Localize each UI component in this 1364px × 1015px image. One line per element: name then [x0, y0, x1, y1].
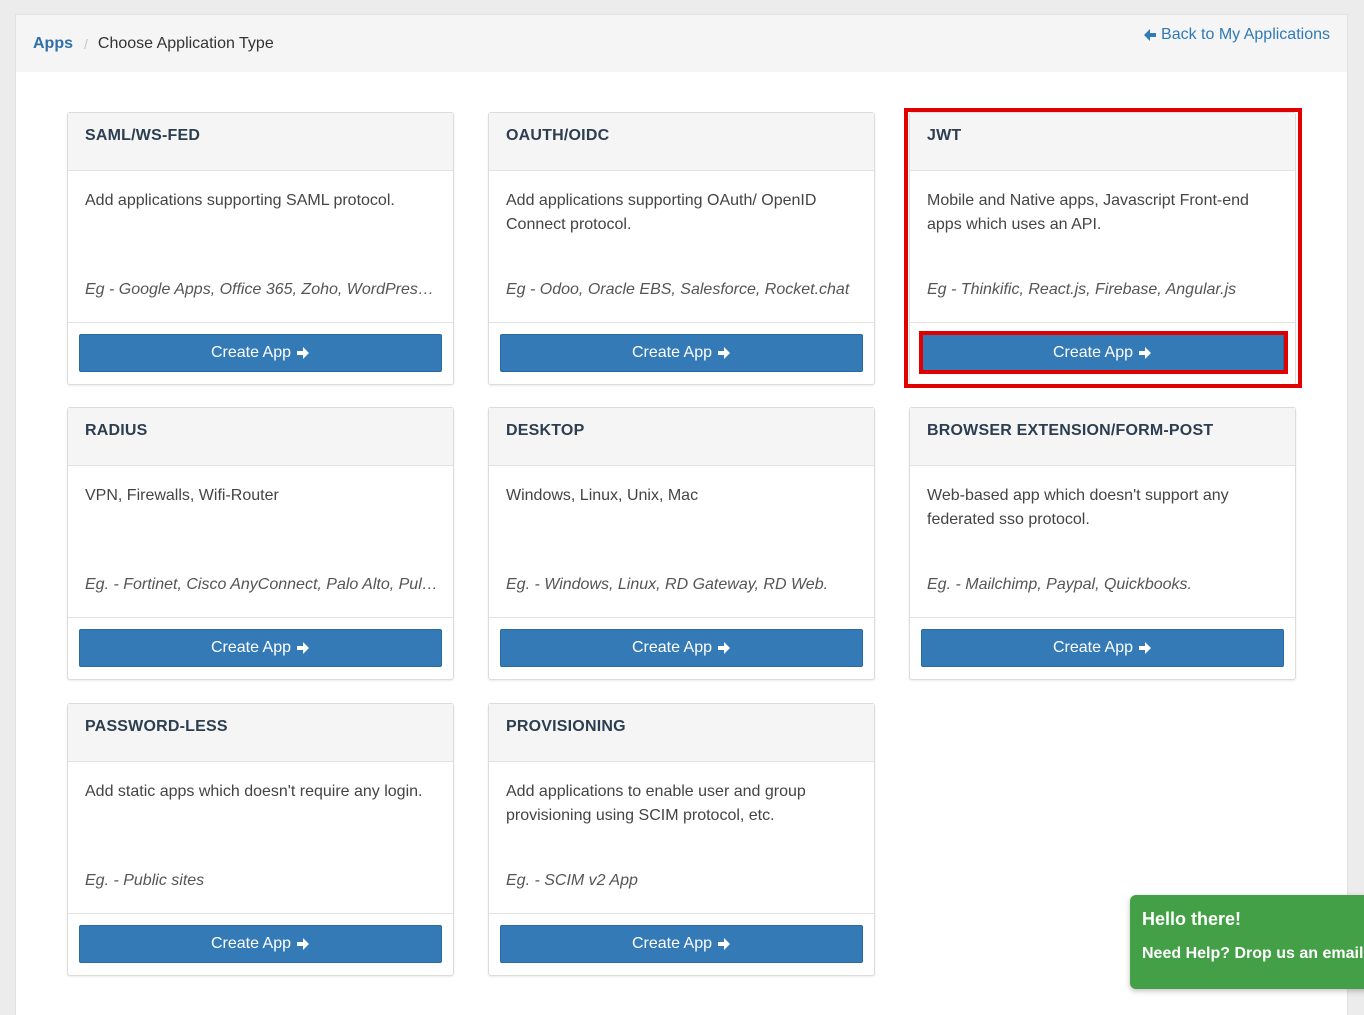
app-type-card-desktop: DESKTOP Windows, Linux, Unix, Mac Eg. - …	[488, 407, 875, 680]
card-title: PASSWORD-LESS	[68, 704, 453, 762]
card-description: VPN, Firewalls, Wifi-Router	[85, 487, 279, 504]
create-app-label: Create App	[210, 639, 292, 656]
card-description: Add applications supporting OAuth/ OpenI…	[506, 192, 817, 233]
card-title: PROVISIONING	[489, 704, 874, 762]
app-type-card-saml: SAML/WS-FED Add applications supporting …	[67, 112, 454, 385]
create-app-button-saml[interactable]: Create App	[79, 334, 442, 372]
card-body: Mobile and Native apps, Javascript Front…	[910, 171, 1295, 323]
card-example: Eg. - Public sites	[85, 872, 205, 889]
back-link-label: Back to My Applications	[1161, 26, 1330, 43]
card-title: OAUTH/OIDC	[489, 113, 874, 171]
arrow-right-icon	[297, 938, 310, 950]
create-app-button-desktop[interactable]: Create App	[500, 629, 863, 667]
app-type-card-jwt: JWT Mobile and Native apps, Javascript F…	[909, 112, 1296, 385]
app-type-card-oauth: OAUTH/OIDC Add applications supporting O…	[488, 112, 875, 385]
card-title: SAML/WS-FED	[68, 113, 453, 171]
arrow-left-icon	[1144, 29, 1157, 41]
create-app-label: Create App	[631, 935, 713, 952]
card-example: Eg. - SCIM v2 App	[506, 872, 638, 889]
app-type-card-provisioning: PROVISIONING Add applications to enable …	[488, 703, 875, 976]
breadcrumb-separator: /	[84, 36, 88, 52]
create-app-button-passwordless[interactable]: Create App	[79, 925, 442, 963]
app-type-card-browser-extension: BROWSER EXTENSION/FORM-POST Web-based ap…	[909, 407, 1296, 680]
card-body: Add applications supporting SAML protoco…	[68, 171, 453, 323]
card-description: Web-based app which doesn't support any …	[927, 487, 1229, 528]
card-footer: Create App	[489, 618, 874, 679]
chat-subtitle: Need Help? Drop us an email	[1142, 945, 1364, 962]
card-body: VPN, Firewalls, Wifi-Router Eg. - Fortin…	[68, 466, 453, 618]
arrow-right-icon	[1139, 347, 1152, 359]
card-example: Eg - Odoo, Oracle EBS, Salesforce, Rocke…	[506, 281, 850, 298]
card-footer: Create App	[489, 914, 874, 975]
arrow-right-icon	[297, 347, 310, 359]
create-app-label: Create App	[1052, 639, 1134, 656]
card-body: Web-based app which doesn't support any …	[910, 466, 1295, 618]
arrow-right-icon	[718, 938, 731, 950]
card-description: Mobile and Native apps, Javascript Front…	[927, 192, 1249, 233]
card-footer: Create App	[489, 323, 874, 384]
card-body: Add static apps which doesn't require an…	[68, 762, 453, 914]
help-chat-widget[interactable]: Hello there! Need Help? Drop us an email	[1130, 895, 1364, 989]
breadcrumb-apps-link[interactable]: Apps	[33, 35, 73, 53]
card-body: Windows, Linux, Unix, Mac Eg. - Windows,…	[489, 466, 874, 618]
create-app-label: Create App	[631, 639, 713, 656]
arrow-right-icon	[718, 347, 731, 359]
create-app-button-provisioning[interactable]: Create App	[500, 925, 863, 963]
card-example: Eg. - Windows, Linux, RD Gateway, RD Web…	[506, 576, 829, 593]
card-example: Eg - Thinkific, React.js, Firebase, Angu…	[927, 281, 1237, 298]
card-example: Eg. - Fortinet, Cisco AnyConnect, Palo A…	[85, 576, 439, 593]
breadcrumb-bar: Apps / Choose Application Type Back to M…	[16, 15, 1347, 72]
card-example: Eg. - Mailchimp, Paypal, Quickbooks.	[927, 576, 1192, 593]
card-footer: Create App	[68, 323, 453, 384]
create-app-button-browser-extension[interactable]: Create App	[921, 629, 1284, 667]
arrow-right-icon	[297, 642, 310, 654]
card-description: Add applications to enable user and grou…	[506, 783, 806, 824]
card-example: Eg - Google Apps, Office 365, Zoho, Word…	[85, 281, 439, 298]
card-footer: Create App	[68, 618, 453, 679]
card-title: RADIUS	[68, 408, 453, 466]
card-title: JWT	[910, 113, 1295, 171]
create-app-button-radius[interactable]: Create App	[79, 629, 442, 667]
create-app-button-oauth[interactable]: Create App	[500, 334, 863, 372]
card-description: Windows, Linux, Unix, Mac	[506, 487, 699, 504]
breadcrumb: Apps / Choose Application Type	[33, 35, 274, 53]
card-body: Add applications to enable user and grou…	[489, 762, 874, 914]
back-to-applications-link[interactable]: Back to My Applications	[1143, 26, 1330, 44]
app-type-card-radius: RADIUS VPN, Firewalls, Wifi-Router Eg. -…	[67, 407, 454, 680]
arrow-right-icon	[718, 642, 731, 654]
create-app-label: Create App	[210, 935, 292, 952]
card-title: BROWSER EXTENSION/FORM-POST	[910, 408, 1295, 466]
card-footer: Create App	[910, 323, 1295, 384]
card-footer: Create App	[910, 618, 1295, 679]
card-description: Add applications supporting SAML protoco…	[85, 192, 395, 209]
app-type-card-passwordless: PASSWORD-LESS Add static apps which does…	[67, 703, 454, 976]
chat-title: Hello there!	[1142, 909, 1242, 929]
create-app-button-jwt[interactable]: Create App	[921, 334, 1284, 372]
card-title: DESKTOP	[489, 408, 874, 466]
create-app-label: Create App	[631, 344, 713, 361]
card-body: Add applications supporting OAuth/ OpenI…	[489, 171, 874, 323]
card-footer: Create App	[68, 914, 453, 975]
breadcrumb-current: Choose Application Type	[97, 35, 274, 52]
create-app-label: Create App	[1052, 344, 1134, 361]
create-app-label: Create App	[210, 344, 292, 361]
arrow-right-icon	[1139, 642, 1152, 654]
card-description: Add static apps which doesn't require an…	[85, 783, 423, 800]
